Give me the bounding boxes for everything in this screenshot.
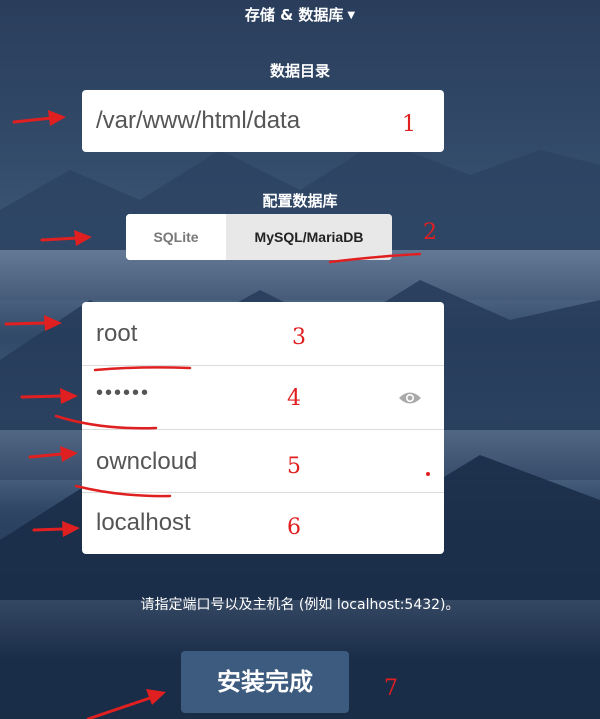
annotation-number-5: 5 — [287, 454, 301, 479]
annotation-dot — [426, 472, 430, 476]
annotation-overlay — [4, 110, 430, 719]
annotation-arrowhead-6 — [62, 521, 80, 537]
annotation-number-6: 6 — [287, 515, 301, 540]
annotation-number-3: 3 — [292, 325, 306, 350]
annotation-arrowhead-3 — [44, 315, 62, 331]
annotation-number-1: 1 — [402, 112, 416, 137]
annotation-underline-user — [93, 366, 192, 372]
annotation-number-4: 4 — [287, 386, 301, 411]
annotation-underline-mysql — [328, 252, 422, 264]
annotation-arrow-2 — [40, 236, 80, 242]
annotation-arrow-7 — [86, 696, 152, 719]
annotation-underline-dbname — [74, 484, 172, 498]
annotation-arrow-3 — [4, 321, 48, 326]
annotation-arrow-6 — [32, 527, 66, 532]
annotation-arrowhead-4 — [60, 388, 78, 404]
annotation-arrowhead-5 — [60, 446, 78, 462]
annotation-underline-password — [54, 414, 158, 430]
annotation-arrowhead-7 — [146, 689, 166, 705]
annotation-number-7: 7 — [384, 676, 398, 701]
annotation-arrowhead-2 — [74, 230, 92, 246]
annotation-number-2: 2 — [423, 220, 437, 245]
annotation-arrow-1 — [12, 116, 54, 124]
annotation-arrowhead-1 — [48, 110, 66, 126]
annotation-arrow-5 — [28, 452, 64, 459]
annotation-arrow-4 — [20, 394, 64, 399]
